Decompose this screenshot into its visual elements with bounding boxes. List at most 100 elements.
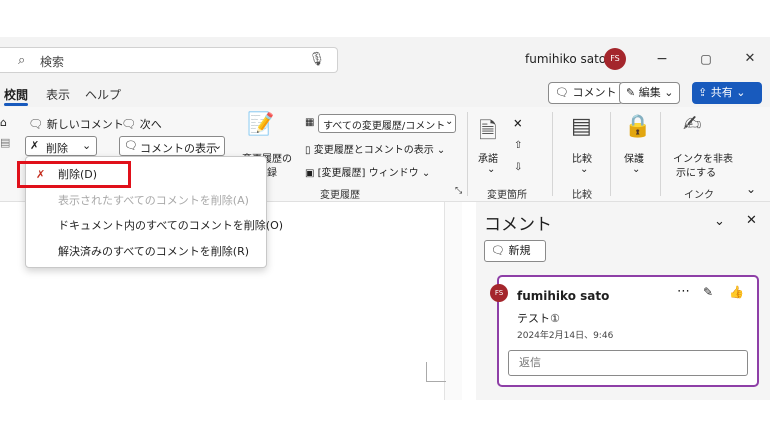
tab-help[interactable]: ヘルプ — [85, 86, 121, 103]
edit-button-label: 編集 — [638, 86, 661, 99]
restore-button[interactable]: ▢ — [693, 48, 719, 70]
protect-label: 保護 — [624, 154, 644, 165]
comments-pane-title: コメント — [484, 215, 552, 235]
comment-button-label: コメント — [572, 86, 617, 99]
markup-select[interactable]: すべての変更履歴/コメント ⌄ — [318, 114, 456, 133]
chevron-down-icon: ⌄ — [421, 168, 431, 179]
minimize-button[interactable]: − — [649, 48, 675, 70]
menu-item-delete-all-label: ドキュメント内のすべてのコメントを削除(O) — [58, 219, 284, 232]
menu-item-delete-shown-label: 表示されたすべてのコメントを削除(A) — [58, 194, 249, 207]
comment-timestamp: 2024年2月14日、9:46 — [517, 331, 614, 341]
chevron-down-icon: ⌄ — [213, 139, 223, 152]
edit-comment-icon[interactable]: ✎ — [703, 285, 713, 299]
show-markup-label: 変更履歴とコメントの表示 — [313, 145, 434, 156]
ribbon-partial-icon-2: ▤ — [0, 136, 11, 149]
active-tab-indicator — [4, 103, 28, 106]
reject-icon[interactable]: 🗙 — [514, 116, 522, 133]
group-separator — [610, 112, 611, 196]
delete-comment-icon: ✗ — [30, 139, 40, 152]
delete-label: 削除 — [46, 142, 68, 155]
search-icon: ⌕ — [18, 53, 26, 68]
menu-item-delete-shown: 表示されたすべてのコメントを削除(A) — [26, 189, 266, 213]
show-comments-label: コメントの表示 — [140, 142, 217, 155]
reply-input[interactable] — [508, 350, 748, 376]
share-icon: ⇪ — [698, 86, 708, 99]
search-box[interactable]: ⌕ 検索 🎙 — [0, 47, 338, 73]
markup-select-label: すべての変更履歴/コメント — [323, 121, 446, 132]
chevron-down-icon: ⌄ — [436, 145, 446, 156]
reviewing-pane-icon: ▣ — [305, 168, 315, 179]
delete-comment-button[interactable]: ✗ 削除 ⌄ — [25, 136, 97, 156]
tab-view[interactable]: 表示 — [46, 86, 70, 103]
tab-review[interactable]: 校閲 — [4, 86, 28, 103]
chevron-down-icon: ⌄ — [82, 139, 92, 152]
page-corner-mark — [426, 362, 446, 382]
compare-icon[interactable]: ▤ — [571, 114, 592, 139]
track-changes-label-2: 録 — [267, 168, 277, 179]
like-icon[interactable]: 👍 — [729, 285, 744, 299]
chevron-down-icon: ⌄ — [487, 164, 496, 175]
new-comment-icon: 🗨 — [28, 117, 44, 131]
more-options-icon[interactable]: ⋯ — [677, 284, 690, 299]
group-label-changes: 変更箇所 — [487, 190, 527, 201]
reviewing-pane-label: [変更履歴] ウィンドウ — [317, 168, 419, 179]
next-comment-button[interactable]: 🗨 次へ — [121, 116, 162, 132]
comment-icon: 🗨 — [555, 86, 569, 99]
edit-mode-button[interactable]: ✎ 編集 ⌄ — [619, 82, 681, 104]
new-comment-label: 新しいコメント — [46, 118, 124, 131]
group-separator — [660, 112, 661, 196]
comment-button[interactable]: 🗨 コメント — [548, 82, 624, 104]
new-button-label: 新規 — [508, 244, 531, 257]
menu-item-delete-resolved-label: 解決済みのすべてのコメントを削除(R) — [58, 245, 250, 258]
comment-author-avatar: FS — [490, 284, 508, 302]
protect-icon[interactable]: 🔒 — [624, 114, 651, 139]
compare-label: 比較 — [572, 154, 592, 165]
show-markup-icon: ▯ — [305, 145, 311, 156]
ribbon-partial-icon: ⌂ — [0, 116, 7, 129]
group-label-tracking: 変更履歴 — [320, 190, 360, 201]
comment-add-icon: 🗨 — [491, 244, 505, 257]
ribbon-collapse-chevron-icon[interactable]: ⌄ — [746, 182, 756, 196]
new-comment-pane-button[interactable]: 🗨 新規 — [484, 240, 546, 262]
hide-ink-label-1: インクを非表 — [673, 154, 733, 165]
accept-icon[interactable]: 🗎 — [479, 114, 497, 152]
next-comment-icon: 🗨 — [121, 117, 137, 131]
comment-list-icon: 🗨 — [124, 139, 138, 152]
track-changes-icon[interactable]: 📝 — [247, 112, 274, 137]
previous-change-icon[interactable]: ⇧ — [514, 140, 522, 151]
chevron-down-icon: ⌄ — [632, 164, 641, 175]
chevron-down-icon: ⌄ — [445, 116, 454, 127]
accept-label: 承諾 — [478, 154, 498, 165]
markup-icon: ▦ — [305, 117, 315, 128]
menu-item-delete-resolved[interactable]: 解決済みのすべてのコメントを削除(R) — [26, 240, 266, 264]
group-separator — [467, 112, 468, 196]
show-markup-button[interactable]: ▯ 変更履歴とコメントの表示 ⌄ — [305, 141, 445, 156]
chevron-down-icon: ⌄ — [580, 164, 589, 175]
group-label-compare: 比較 — [572, 190, 592, 201]
comment-author: fumihiko sato — [517, 289, 610, 303]
chevron-down-icon: ⌄ — [736, 86, 746, 99]
reviewing-pane-button[interactable]: ▣ [変更履歴] ウィンドウ ⌄ — [305, 164, 430, 179]
user-name: fumihiko sato — [525, 52, 607, 66]
next-change-icon[interactable]: ⇩ — [514, 162, 522, 173]
new-comment-button[interactable]: 🗨 新しいコメント — [28, 116, 124, 132]
menu-item-delete-all[interactable]: ドキュメント内のすべてのコメントを削除(O) — [26, 214, 283, 238]
show-comments-button[interactable]: 🗨 コメントの表示 ⌄ — [119, 136, 225, 156]
hide-ink-icon[interactable]: ✍ — [683, 112, 701, 137]
comment-text: テスト① — [517, 312, 560, 325]
next-label: 次へ — [139, 118, 162, 131]
chevron-down-icon[interactable]: ⌄ — [714, 214, 725, 229]
share-button-label: 共有 — [710, 86, 733, 99]
avatar[interactable]: FS — [604, 48, 626, 70]
pencil-icon: ✎ — [626, 86, 636, 99]
close-button[interactable]: ✕ — [737, 48, 763, 70]
search-label: 検索 — [40, 55, 65, 69]
dialog-launcher-icon[interactable]: ⤡ — [455, 186, 462, 196]
group-label-ink: インク — [684, 190, 714, 201]
group-separator — [552, 112, 553, 196]
mic-icon[interactable]: 🎙 — [308, 52, 325, 67]
annotation-highlight-box — [17, 161, 131, 188]
share-button[interactable]: ⇪ 共有 ⌄ — [692, 82, 762, 104]
chevron-down-icon: ⌄ — [664, 86, 674, 99]
close-pane-icon[interactable]: ✕ — [746, 213, 757, 228]
